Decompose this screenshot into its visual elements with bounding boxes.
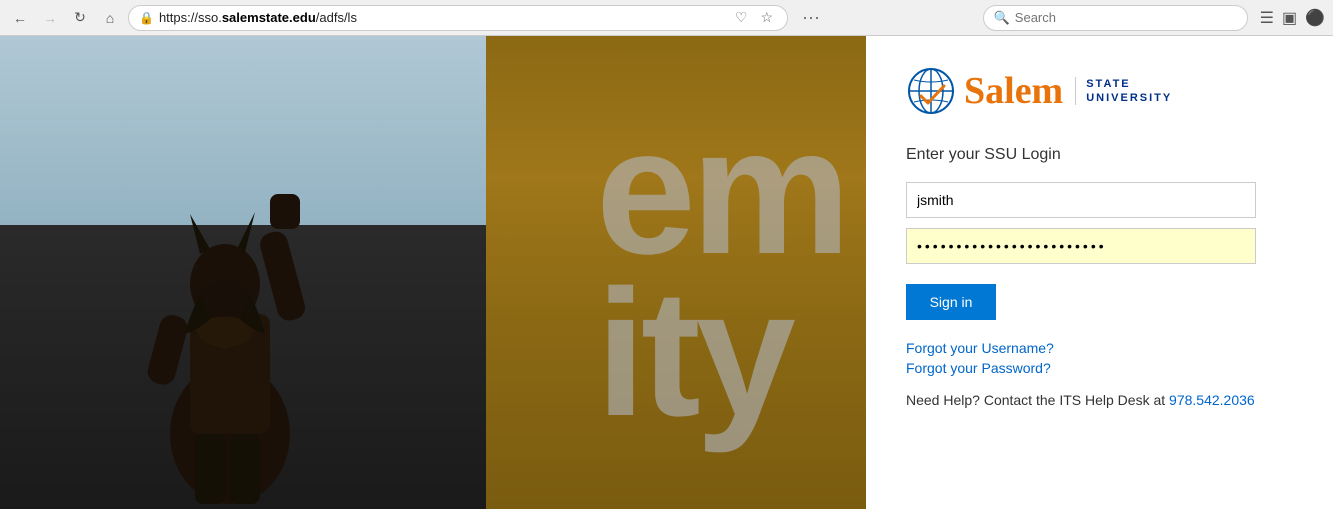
main-content: emity: [0, 36, 1333, 509]
login-panel: Salem STATE UNIVERSITY Enter your SSU Lo…: [866, 36, 1333, 509]
star-icon[interactable]: ☆: [756, 7, 777, 28]
search-bar[interactable]: 🔍: [983, 5, 1248, 31]
username-input[interactable]: [906, 182, 1256, 218]
home-button[interactable]: ⌂: [98, 6, 122, 30]
logo-state-line1: STATE: [1086, 77, 1172, 91]
help-text-container: Need Help? Contact the ITS Help Desk at …: [906, 392, 1293, 408]
browser-chrome: ← → ↻ ⌂ 🔒 https://sso.salemstate.edu/adf…: [0, 0, 1333, 36]
search-input[interactable]: [1015, 10, 1237, 25]
reload-button[interactable]: ↻: [68, 6, 92, 30]
tab-manager-icon[interactable]: ▣: [1282, 8, 1297, 28]
more-options-icon[interactable]: ···: [798, 5, 824, 30]
help-links: Forgot your Username? Forgot your Passwo…: [906, 340, 1293, 376]
url-text: https://sso.salemstate.edu/adfs/ls: [159, 10, 726, 25]
login-title: Enter your SSU Login: [906, 146, 1293, 164]
logo-state-line2: UNIVERSITY: [1086, 91, 1172, 105]
logo-state-university: STATE UNIVERSITY: [1075, 77, 1172, 106]
search-icon: 🔍: [994, 10, 1010, 26]
help-phone-link[interactable]: 978.542.2036: [1169, 392, 1255, 408]
image-panel: emity: [0, 36, 866, 509]
logo-globe-icon: [906, 66, 956, 116]
profile-icon[interactable]: ⚫: [1305, 8, 1325, 28]
sign-in-button[interactable]: Sign in: [906, 284, 996, 320]
security-icon: 🔒: [139, 11, 154, 25]
password-input[interactable]: [906, 228, 1256, 264]
address-bar[interactable]: 🔒 https://sso.salemstate.edu/adfs/ls ♡ ☆: [128, 5, 788, 31]
logo-salem-text: Salem: [964, 72, 1063, 110]
bookmark-icon[interactable]: ♡: [731, 7, 752, 28]
forward-button[interactable]: →: [38, 6, 62, 30]
browser-right-icons: ☰ ▣ ⚫: [1260, 8, 1325, 28]
background-letters: emity: [596, 111, 846, 435]
help-text-label: Need Help? Contact the ITS Help Desk at: [906, 392, 1169, 408]
logo-area: Salem STATE UNIVERSITY: [906, 66, 1293, 116]
reading-list-icon[interactable]: ☰: [1260, 8, 1274, 28]
back-button[interactable]: ←: [8, 6, 32, 30]
forgot-password-link[interactable]: Forgot your Password?: [906, 360, 1293, 376]
forgot-username-link[interactable]: Forgot your Username?: [906, 340, 1293, 356]
statue-figure: [60, 54, 440, 509]
